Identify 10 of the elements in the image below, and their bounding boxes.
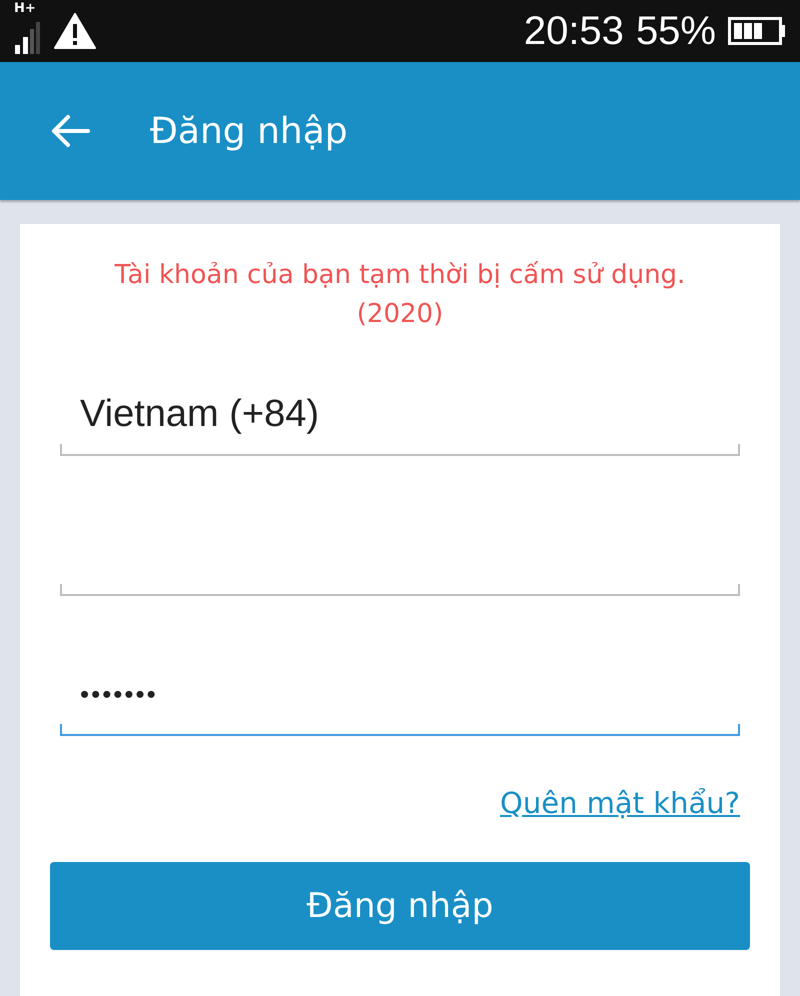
network-type: H+ [14, 1, 36, 16]
login-button[interactable]: Đăng nhập [50, 862, 750, 950]
back-arrow-icon[interactable] [50, 114, 90, 148]
warning-icon [54, 13, 96, 49]
clock-time: 20:53 [524, 8, 624, 54]
battery-percent: 55% [636, 8, 716, 54]
forgot-password-link[interactable]: Quên mật khẩu? [500, 786, 740, 820]
error-message: Tài khoản của bạn tạm thời bị cấm sử dụng. (2020) [114, 259, 686, 331]
battery-icon [728, 17, 786, 45]
screen-title: Đăng nhập [150, 110, 348, 152]
